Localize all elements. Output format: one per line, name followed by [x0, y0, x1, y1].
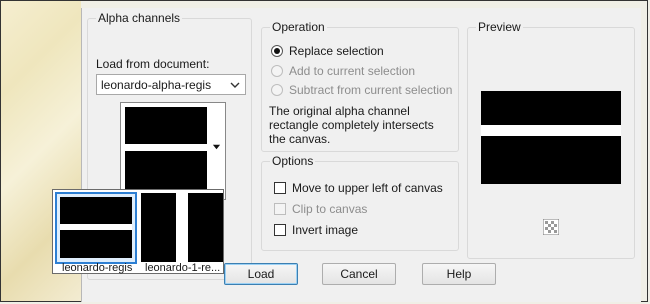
move-upper-left-checkbox[interactable]: Move to upper left of canvas — [274, 181, 443, 195]
subtract-selection-radio[interactable]: Subtract from current selection — [271, 83, 452, 97]
add-selection-label: Add to current selection — [289, 64, 416, 78]
radio-disabled — [271, 65, 283, 77]
radio-disabled — [271, 84, 283, 96]
channel-thumbnail-select[interactable] — [120, 102, 226, 200]
options-title: Options — [270, 154, 316, 168]
channel-thumbnail — [125, 107, 207, 193]
checkerboard-icon[interactable] — [543, 219, 559, 235]
move-upper-left-label: Move to upper left of canvas — [292, 181, 443, 195]
channel-option-regis-label: leonardo-regis — [62, 262, 133, 274]
radio-checked — [271, 45, 283, 57]
subtract-selection-label: Subtract from current selection — [289, 83, 453, 97]
load-from-label: Load from document: — [96, 57, 210, 71]
checkbox-box — [274, 203, 286, 215]
thumbnail-dropdown-icon[interactable] — [212, 142, 221, 151]
invert-image-label: Invert image — [292, 223, 359, 237]
channel-option-regis[interactable] — [55, 192, 137, 264]
preview-group: Preview — [467, 20, 635, 259]
preview-image — [481, 91, 621, 184]
replace-selection-radio[interactable]: Replace selection — [271, 44, 384, 58]
cancel-button[interactable]: Cancel — [322, 263, 396, 285]
channel-dropdown-list: leonardo-regis leonardo-1-re... — [52, 189, 224, 274]
options-group: Options Move to upper left of canvas Cli… — [261, 154, 459, 251]
chevron-down-icon — [230, 82, 240, 88]
help-button[interactable]: Help — [422, 263, 496, 285]
invert-image-checkbox[interactable]: Invert image — [274, 223, 358, 237]
clip-to-canvas-checkbox[interactable]: Clip to canvas — [274, 202, 367, 216]
checkbox-box — [274, 182, 286, 194]
document-select-value: leonardo-alpha-regis — [101, 77, 212, 92]
document-select[interactable]: leonardo-alpha-regis — [96, 74, 246, 95]
channel-option-1-re-label: leonardo-1-re... — [145, 262, 221, 274]
load-button[interactable]: Load — [224, 263, 298, 285]
alpha-channels-title: Alpha channels — [96, 11, 183, 25]
replace-selection-label: Replace selection — [289, 44, 384, 58]
clip-to-canvas-label: Clip to canvas — [292, 202, 368, 216]
channel-option-1-re[interactable] — [141, 193, 223, 262]
add-selection-radio[interactable]: Add to current selection — [271, 64, 415, 78]
operation-info-text: The original alpha channel rectangle com… — [269, 104, 434, 146]
checkbox-box — [274, 224, 286, 236]
operation-title: Operation — [270, 20, 327, 34]
preview-title: Preview — [476, 20, 523, 34]
operation-group: Operation Replace selection Add to curre… — [261, 20, 459, 152]
